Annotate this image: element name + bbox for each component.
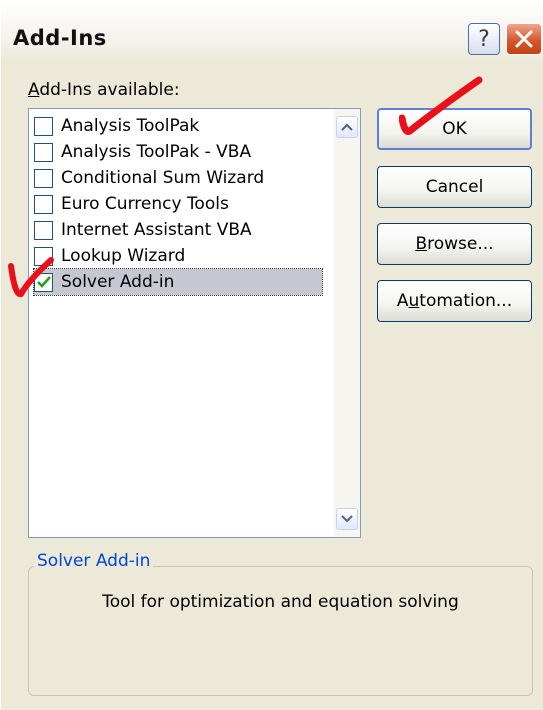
list-item[interactable]: Analysis ToolPak - VBA: [34, 139, 322, 165]
add-in-checkbox[interactable]: [34, 272, 53, 292]
add-ins-list[interactable]: Analysis ToolPak Analysis ToolPak - VBA Co…: [28, 108, 361, 538]
dialog-title: Add-Ins: [13, 26, 107, 50]
list-item-label: Internet Assistant VBA: [61, 220, 252, 240]
add-ins-dialog: Add-Ins ? Add-Ins available: Analysis To…: [0, 0, 543, 710]
list-item[interactable]: Internet Assistant VBA: [34, 217, 322, 243]
add-ins-available-label: Add-Ins available:: [28, 80, 180, 100]
ok-button[interactable]: OK: [377, 108, 532, 150]
close-button[interactable]: [506, 23, 542, 55]
scroll-up-button[interactable]: [336, 116, 358, 138]
list-item-label: Solver Add-in: [61, 272, 175, 292]
list-item-label: Euro Currency Tools: [61, 194, 229, 214]
list-item-label: Analysis ToolPak - VBA: [61, 142, 252, 162]
list-item-label: Analysis ToolPak: [61, 116, 200, 136]
automation-button[interactable]: Automation...: [377, 280, 532, 322]
browse-button[interactable]: Browse...: [377, 223, 532, 265]
description-group: [28, 566, 533, 696]
add-in-checkbox[interactable]: [34, 168, 53, 188]
list-item[interactable]: Lookup Wizard: [34, 243, 322, 269]
scroll-down-button[interactable]: [336, 508, 358, 530]
add-in-checkbox[interactable]: [34, 194, 53, 214]
list-item-label: Conditional Sum Wizard: [61, 168, 265, 188]
list-item[interactable]: Solver Add-in: [33, 268, 323, 296]
help-icon: ?: [478, 26, 490, 52]
chevron-up-icon: [341, 123, 353, 131]
chevron-down-icon: [341, 515, 353, 523]
list-item[interactable]: Euro Currency Tools: [34, 191, 322, 217]
list-item-label: Lookup Wizard: [61, 246, 186, 266]
list-item[interactable]: Conditional Sum Wizard: [34, 165, 322, 191]
checkmark-icon: [36, 276, 51, 288]
add-in-checkbox[interactable]: [34, 220, 53, 240]
description-legend: Solver Add-in: [34, 551, 154, 571]
help-button[interactable]: ?: [468, 23, 500, 55]
cancel-button[interactable]: Cancel: [377, 166, 532, 208]
list-scrollbar[interactable]: [334, 109, 360, 537]
add-in-checkbox[interactable]: [34, 142, 53, 162]
add-in-checkbox[interactable]: [34, 246, 53, 266]
add-in-checkbox[interactable]: [34, 116, 53, 136]
title-bar: Add-Ins ?: [1, 0, 543, 62]
list-item[interactable]: Analysis ToolPak: [34, 113, 322, 139]
description-text: Tool for optimization and equation solvi…: [102, 592, 459, 612]
close-icon: [515, 30, 533, 48]
